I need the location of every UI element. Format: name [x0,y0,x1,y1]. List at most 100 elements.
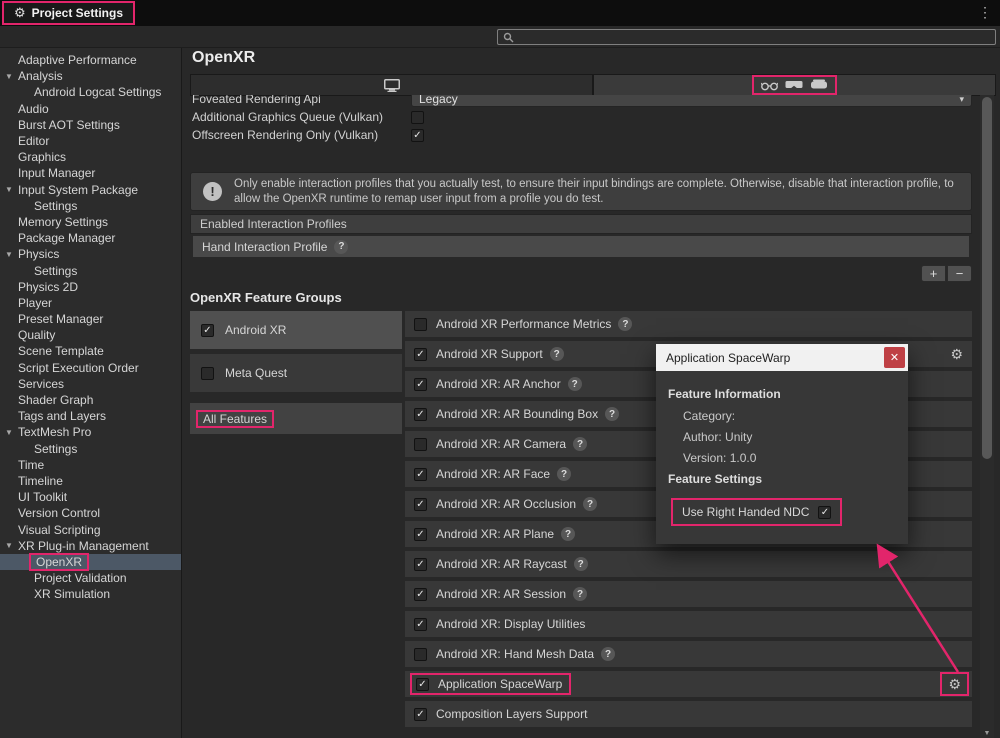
feature-row-android-xr-performance-metrics[interactable]: Android XR Performance Metrics? [405,311,972,337]
sidebar-item-settings[interactable]: Settings [0,262,181,278]
feature-row-android-xr-ar-session[interactable]: ✓Android XR: AR Session? [405,581,972,607]
help-icon[interactable]: ? [561,527,575,541]
tab-android-xr[interactable] [593,74,996,96]
checkbox[interactable]: ✓ [414,708,427,721]
use-right-handed-ndc-checkbox[interactable]: ✓ [818,506,831,519]
checkbox[interactable] [414,438,427,451]
help-icon[interactable]: ? [557,467,571,481]
sidebar-item-settings[interactable]: Settings [0,198,181,214]
sidebar-item-timeline[interactable]: Timeline [0,473,181,489]
checkbox[interactable]: ✓ [414,498,427,511]
checkbox[interactable]: ✓ [414,348,427,361]
foveated-rendering-api-dropdown[interactable]: Legacy▾ [411,95,972,107]
monitor-icon [384,79,400,92]
foldout-arrow-icon[interactable]: ▼ [5,185,18,194]
sidebar-item-burst-aot-settings[interactable]: Burst AOT Settings [0,117,181,133]
feature-row-android-xr-display-utilities[interactable]: ✓ Android XR: Display Utilities [405,611,972,637]
feature-settings-gear-icon[interactable]: ⚙ [950,347,963,361]
checkbox[interactable]: ✓ [414,378,427,391]
feature-group-meta-quest[interactable]: Meta Quest [190,354,402,392]
checkbox[interactable]: ✓ [414,558,427,571]
checkbox[interactable]: ✓ [416,678,429,691]
help-icon[interactable]: ? [583,497,597,511]
sidebar-item-xr-plug-in-management[interactable]: ▼XR Plug-in Management [0,538,181,554]
sidebar-item-physics-2d[interactable]: Physics 2D [0,279,181,295]
help-icon[interactable]: ? [334,240,348,254]
sidebar-item-xr-simulation[interactable]: XR Simulation [0,586,181,602]
sidebar-item-ui-toolkit[interactable]: UI Toolkit [0,489,181,505]
sidebar-item-shader-graph[interactable]: Shader Graph [0,392,181,408]
sidebar-item-physics[interactable]: ▼Physics [0,246,181,262]
window-menu-icon[interactable]: ⋮ [978,4,992,21]
checkbox[interactable] [414,648,427,661]
help-icon[interactable]: ? [574,557,588,571]
sidebar-item-services[interactable]: Services [0,376,181,392]
sidebar-item-script-execution-order[interactable]: Script Execution Order [0,360,181,376]
sidebar-item-input-system-package[interactable]: ▼Input System Package [0,182,181,198]
help-icon[interactable]: ? [573,587,587,601]
checkbox[interactable]: ✓ [414,588,427,601]
sidebar-item-scene-template[interactable]: Scene Template [0,343,181,359]
sidebar-item-settings[interactable]: Settings [0,441,181,457]
help-icon[interactable]: ? [601,647,615,661]
add-profile-button[interactable]: + [921,265,946,282]
feature-row-android-xr-hand-mesh-data[interactable]: Android XR: Hand Mesh Data? [405,641,972,667]
sidebar-item-tags-and-layers[interactable]: Tags and Layers [0,408,181,424]
checkbox[interactable]: ✓ [414,468,427,481]
sidebar-item-android-logcat-settings[interactable]: Android Logcat Settings [0,84,181,100]
sidebar-item-package-manager[interactable]: Package Manager [0,230,181,246]
window-tab-project-settings[interactable]: ⚙ Project Settings [2,1,135,25]
sidebar-item-analysis[interactable]: ▼Analysis [0,68,181,84]
feature-group-android-xr[interactable]: ✓Android XR [190,311,402,349]
feature-row-application-spacewarp[interactable]: ✓Application SpaceWarp⚙ [405,671,972,697]
checkbox[interactable] [414,318,427,331]
sidebar-item-player[interactable]: Player [0,295,181,311]
feature-row-composition-layers-support[interactable]: ✓Composition Layers Support [405,701,972,727]
remove-profile-button[interactable]: − [947,265,972,282]
foldout-arrow-icon[interactable]: ▼ [5,541,18,550]
sidebar-item-time[interactable]: Time [0,457,181,473]
sidebar-item-input-manager[interactable]: Input Manager [0,165,181,181]
scrollbar-thumb[interactable] [982,97,992,459]
sidebar-item-project-validation[interactable]: Project Validation [0,570,181,586]
help-icon[interactable]: ? [605,407,619,421]
sidebar-item-openxr[interactable]: OpenXR [0,554,181,570]
help-icon[interactable]: ? [568,377,582,391]
tab-standalone[interactable] [190,74,593,96]
feature-label: Android XR: Display Utilities [436,617,585,631]
help-icon[interactable]: ? [573,437,587,451]
checkbox[interactable]: ✓ [414,408,427,421]
sidebar-item-editor[interactable]: Editor [0,133,181,149]
sidebar-item-textmesh-pro[interactable]: ▼TextMesh Pro [0,424,181,440]
foldout-arrow-icon[interactable]: ▼ [5,250,18,259]
sidebar-item-adaptive-performance[interactable]: Adaptive Performance [0,52,181,68]
checkbox[interactable]: ✓ [414,528,427,541]
feature-settings-gear-icon[interactable]: ⚙ [940,672,969,696]
sidebar-item-version-control[interactable]: Version Control [0,505,181,521]
checkbox[interactable] [201,367,214,380]
sidebar-item-graphics[interactable]: Graphics [0,149,181,165]
sidebar-item-visual-scripting[interactable]: Visual Scripting [0,521,181,537]
profile-row-hand-interaction-profile[interactable]: Hand Interaction Profile? [193,236,969,257]
feature-group-all-features[interactable]: All Features [190,403,402,434]
feature-toggle-group: Android XR Performance Metrics? [414,317,632,331]
feature-row-android-xr-ar-raycast[interactable]: ✓Android XR: AR Raycast? [405,551,972,577]
vr-headset-icon [810,79,828,91]
help-icon[interactable]: ? [550,347,564,361]
checkbox[interactable] [411,111,424,124]
search-input[interactable] [518,31,990,43]
sidebar-item-quality[interactable]: Quality [0,327,181,343]
vertical-scrollbar[interactable]: ▼ [980,95,994,738]
foldout-arrow-icon[interactable]: ▼ [5,72,18,81]
checkbox[interactable]: ✓ [201,324,214,337]
search-field[interactable] [497,29,996,45]
sidebar-item-preset-manager[interactable]: Preset Manager [0,311,181,327]
sidebar-item-memory-settings[interactable]: Memory Settings [0,214,181,230]
help-icon[interactable]: ? [618,317,632,331]
checkbox[interactable]: ✓ [414,618,427,631]
sidebar-item-audio[interactable]: Audio [0,101,181,117]
scrollbar-down-arrow-icon[interactable]: ▼ [980,730,994,737]
foldout-arrow-icon[interactable]: ▼ [5,428,18,437]
popup-close-button[interactable]: ✕ [884,347,905,368]
checkbox[interactable]: ✓ [411,129,424,142]
